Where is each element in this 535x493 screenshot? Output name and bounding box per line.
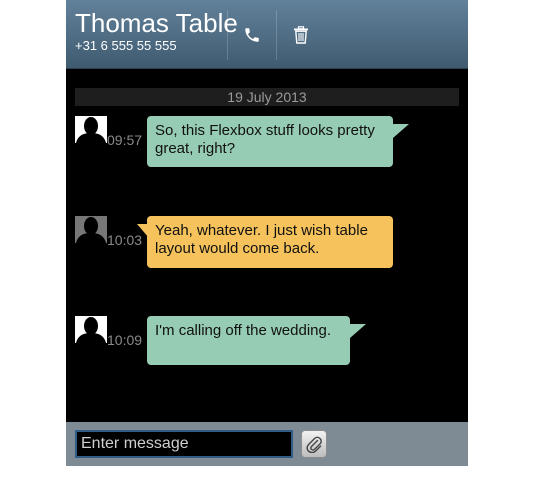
- message-input[interactable]: [75, 430, 293, 458]
- phone-icon: [245, 28, 259, 42]
- message-text: So, this Flexbox stuff looks pretty grea…: [155, 122, 375, 157]
- attach-button[interactable]: [301, 430, 327, 458]
- avatar: [75, 316, 107, 343]
- message-bubble: So, this Flexbox stuff looks pretty grea…: [147, 116, 393, 167]
- date-separator: 19 July 2013: [75, 88, 459, 106]
- message-text: I'm calling off the wedding.: [155, 322, 332, 339]
- bubble-tail: [393, 124, 409, 138]
- message-time: 09:57: [107, 132, 143, 148]
- delete-button[interactable]: [276, 10, 325, 60]
- paperclip-icon: [306, 436, 322, 453]
- message-text: Yeah, whatever. I just wish table layout…: [155, 222, 368, 257]
- user-silhouette-icon: [76, 317, 106, 343]
- contact-name: Thomas Table: [75, 8, 238, 38]
- message-bubble: Yeah, whatever. I just wish table layout…: [147, 216, 393, 268]
- trash-icon: [294, 26, 308, 44]
- message-composer: [66, 422, 468, 466]
- bubble-tail: [350, 324, 366, 338]
- message-time: 10:09: [107, 332, 143, 348]
- call-button[interactable]: [227, 10, 276, 60]
- user-silhouette-icon: [76, 117, 106, 143]
- avatar: [75, 216, 107, 243]
- user-silhouette-icon: [76, 217, 106, 243]
- chat-app: Thomas Table +31 6 555 55 555 19 July 20…: [66, 0, 468, 466]
- message-item: 09:57 So, this Flexbox stuff looks prett…: [75, 116, 465, 176]
- message-item: 10:09 I'm calling off the wedding.: [75, 316, 465, 376]
- chat-header: Thomas Table +31 6 555 55 555: [66, 0, 468, 69]
- avatar: [75, 116, 107, 143]
- message-bubble: I'm calling off the wedding.: [147, 316, 350, 365]
- contact-number: +31 6 555 55 555: [75, 38, 177, 53]
- message-item: 10:03 Yeah, whatever. I just wish table …: [75, 216, 465, 276]
